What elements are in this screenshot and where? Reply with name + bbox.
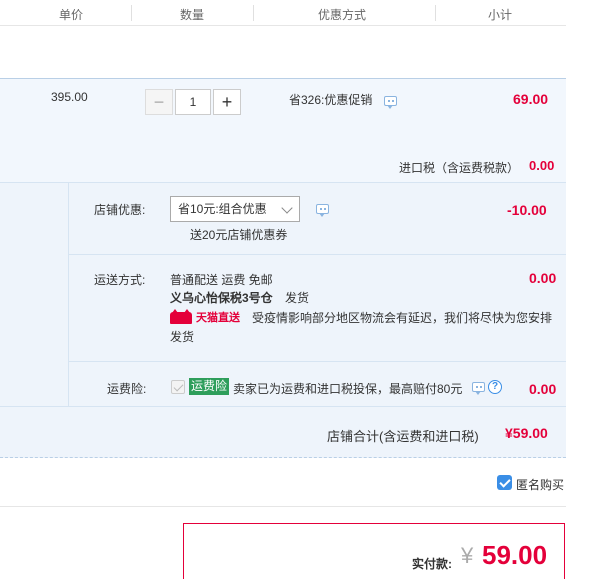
quantity-increase-button[interactable]: + <box>213 89 241 115</box>
header-divider <box>253 5 254 21</box>
chat-bubble-icon[interactable] <box>472 382 485 395</box>
insurance-description: 卖家已为运费和进口税投保，最高赔付80元 <box>233 382 463 396</box>
shipping-dispatch: 发货 <box>285 291 310 305</box>
store-total-row <box>0 406 566 458</box>
shipping-label: 运送方式: <box>94 273 146 287</box>
quantity-decrease-button[interactable]: − <box>145 89 173 115</box>
header-divider <box>435 5 436 21</box>
divider <box>69 254 566 255</box>
insurance-checkbox[interactable] <box>171 380 185 394</box>
anonymous-purchase-checkbox[interactable] <box>497 475 512 490</box>
store-total-amount: ¥59.00 <box>505 425 548 441</box>
store-discount-selected: 省10元:组合优惠 <box>178 202 267 216</box>
store-discount-amount: -10.00 <box>507 202 547 218</box>
store-coupon-note: 送20元店铺优惠券 <box>190 228 288 242</box>
import-tax-value: 0.00 <box>529 158 555 173</box>
chat-bubble-icon[interactable] <box>316 204 329 217</box>
store-total-label: 店铺合计(含运费和进口税) <box>327 429 479 444</box>
insurance-tag: 运费险 <box>189 378 230 395</box>
anonymous-purchase-label[interactable]: 匿名购买 <box>516 476 564 493</box>
header-discount: 优惠方式 <box>318 8 367 22</box>
shipping-amount: 0.00 <box>529 270 557 286</box>
store-discount-select[interactable]: 省10元:组合优惠 <box>170 196 300 222</box>
insurance-label: 运费险: <box>107 382 147 396</box>
chat-bubble-icon[interactable] <box>384 96 397 109</box>
chevron-down-icon <box>281 202 293 214</box>
payment-currency: ¥ <box>461 543 474 568</box>
shipping-notice-cont: 发货 <box>170 330 195 344</box>
header-subtotal: 小计 <box>488 8 513 22</box>
store-discount-label: 店铺优惠: <box>94 203 146 217</box>
item-subtotal: 69.00 <box>513 91 549 107</box>
item-unit-price: 395.00 <box>51 90 88 104</box>
tmall-direct-badge: 天猫直送 <box>170 309 240 325</box>
insurance-amount: 0.00 <box>529 381 557 397</box>
order-table-header: 单价 数量 优惠方式 小计 <box>0 0 566 26</box>
header-quantity: 数量 <box>180 8 205 22</box>
payment-amount: 59.00 <box>482 540 548 570</box>
item-promo-text: 省326:优惠促销 <box>289 93 373 107</box>
shipping-method: 普通配送 运费 免邮 <box>170 273 273 287</box>
help-icon[interactable]: ? <box>488 380 502 394</box>
quantity-input[interactable]: 1 <box>175 89 211 115</box>
tmall-cat-icon <box>170 309 192 325</box>
import-tax-label: 进口税（含运费税款） <box>399 161 520 175</box>
header-unit-price: 单价 <box>59 8 84 22</box>
shipping-notice: 受疫情影响部分地区物流会有延迟，我们将尽快为您安排 <box>252 311 553 325</box>
shipping-warehouse: 义乌心怡保税3号仓 <box>170 291 273 305</box>
divider <box>0 506 566 507</box>
payment-label: 实付款: <box>412 557 452 571</box>
header-divider <box>131 5 132 21</box>
divider <box>69 361 566 362</box>
